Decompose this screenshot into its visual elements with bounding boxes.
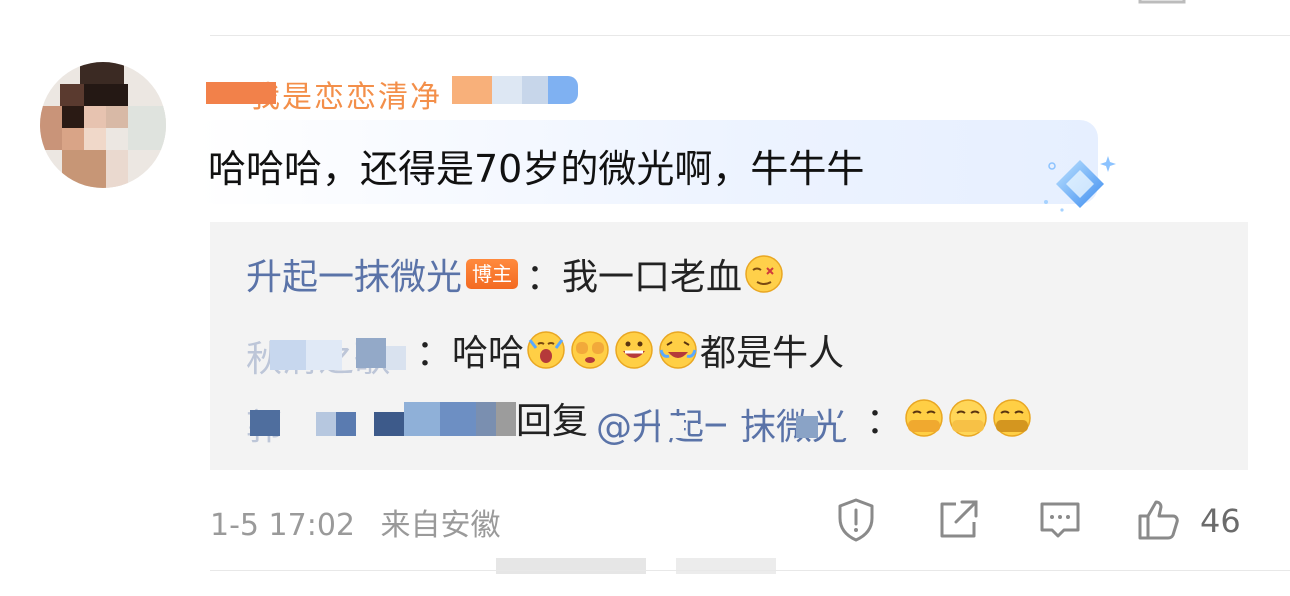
- exclamation-shield-icon[interactable]: [832, 496, 880, 544]
- bottom-watermark: [496, 558, 776, 574]
- share-external-icon[interactable]: [934, 496, 982, 544]
- grinning-emoji-icon: [615, 331, 653, 369]
- mention-link[interactable]: @升起一抹微光: [596, 398, 866, 448]
- reply-separator: ：: [866, 401, 903, 442]
- reply-item[interactable]: 秋清之歌 ： 哈哈: [246, 324, 845, 380]
- diamond-decoration-icon: [1044, 156, 1116, 212]
- comment-bubble-icon[interactable]: [1036, 496, 1084, 544]
- thumbs-up-icon[interactable]: [1136, 496, 1184, 544]
- reply-text: 我一口老血: [562, 257, 743, 298]
- comment-meta: 1-5 17:02 来自安徽: [210, 500, 517, 544]
- username-label: 我是恋恋清净: [250, 80, 442, 115]
- reply-text: 哈哈: [452, 333, 525, 374]
- username[interactable]: 我是恋恋清净: [206, 72, 578, 115]
- bottom-divider: [210, 570, 1290, 571]
- like-count: 46: [1200, 502, 1241, 540]
- reply-author[interactable]: 郭: [246, 398, 476, 448]
- smirk-emoji-icon: [993, 399, 1031, 437]
- vip-badge-mosaic: [548, 76, 578, 104]
- smirk-emoji-icon: [905, 399, 943, 437]
- laughing-tears-emoji-icon: [659, 331, 697, 369]
- reply-word: 回复: [516, 401, 589, 442]
- avatar[interactable]: [40, 62, 166, 188]
- cropped-action-icons-hint: [1138, 0, 1186, 4]
- username-mosaic: [452, 76, 492, 104]
- username-mosaic: [492, 76, 522, 104]
- username-mosaic: [522, 76, 548, 104]
- replies-box[interactable]: 升起一抹微光 博主 ： 我一口老血 秋清之歌 ： 哈哈: [210, 222, 1248, 470]
- reply-mosaic: [476, 398, 516, 438]
- author-badge: 博主: [466, 259, 519, 289]
- reply-author[interactable]: 升起一抹微光: [246, 248, 462, 300]
- reply-separator: ：: [526, 257, 563, 298]
- reply-text: 都是牛人: [700, 333, 845, 374]
- comment-text: 哈哈哈，还得是70岁的微光啊，牛牛牛: [208, 147, 865, 191]
- cropped-toolbar-hint: [390, 0, 530, 4]
- comment-location: 来自安徽: [380, 508, 501, 543]
- dizzy-face-emoji-icon: [745, 255, 783, 293]
- username-mosaic: [206, 82, 276, 104]
- reply-item[interactable]: 升起一抹微光 博主 ： 我一口老血: [246, 248, 786, 300]
- reply-item[interactable]: 郭 回复 @升起一抹微光 ：: [246, 392, 1034, 448]
- reply-separator: ：: [416, 333, 453, 374]
- comment-timestamp: 1-5 17:02: [210, 508, 355, 543]
- covering-eyes-emoji-icon: [571, 331, 609, 369]
- reply-author[interactable]: 秋清之歌: [246, 330, 416, 380]
- smirk-emoji-icon: [949, 399, 987, 437]
- screaming-emoji-icon: [527, 331, 565, 369]
- top-divider: [210, 35, 1290, 36]
